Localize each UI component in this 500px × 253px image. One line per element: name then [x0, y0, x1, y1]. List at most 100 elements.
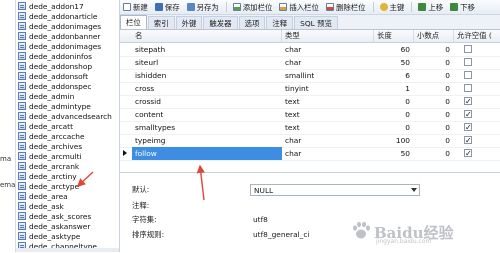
- field-length-cell[interactable]: 60: [374, 43, 414, 56]
- nullable-checkbox[interactable]: [464, 58, 472, 66]
- comment-field[interactable]: [250, 200, 420, 212]
- table-icon: [18, 12, 26, 20]
- field-row[interactable]: siteurl char 50 0: [120, 56, 500, 70]
- designer-tab[interactable]: 外键: [175, 16, 203, 29]
- delete-column-icon: [325, 3, 334, 11]
- field-type-cell[interactable]: char: [282, 43, 374, 56]
- field-type-cell[interactable]: text: [282, 121, 374, 134]
- field-decimals-cell[interactable]: 0: [414, 56, 454, 69]
- table-icon: [18, 212, 26, 220]
- toolbar-button[interactable]: 添加栏位: [230, 1, 276, 13]
- field-decimals-cell[interactable]: 0: [414, 134, 454, 147]
- tree-scrollbar[interactable]: [16, 248, 119, 252]
- field-length-cell[interactable]: 50: [374, 147, 414, 160]
- column-header-decimals[interactable]: 小数点: [414, 30, 454, 42]
- designer-tab[interactable]: SQL 预览: [294, 16, 338, 29]
- default-dropdown[interactable]: NULL: [250, 184, 420, 196]
- field-name-cell[interactable]: typeimg: [132, 134, 282, 147]
- field-decimals-cell[interactable]: 0: [414, 147, 454, 160]
- table-icon: [18, 22, 26, 30]
- designer-tab[interactable]: 触发器: [203, 16, 238, 29]
- toolbar-button[interactable]: 保存: [152, 1, 183, 13]
- toolbar-button[interactable]: 主键: [377, 1, 408, 13]
- field-decimals-cell[interactable]: 0: [414, 95, 454, 108]
- save-icon: [154, 3, 163, 11]
- table-icon: [18, 202, 26, 210]
- field-length-cell[interactable]: 1: [374, 82, 414, 95]
- field-name-cell[interactable]: follow: [132, 147, 282, 160]
- field-row[interactable]: content text 0 0 ✓: [120, 108, 500, 122]
- field-length-cell[interactable]: 50: [374, 56, 414, 69]
- nullable-checkbox[interactable]: [464, 45, 472, 53]
- field-row[interactable]: sitepath char 60 0: [120, 43, 500, 57]
- nullable-checkbox[interactable]: ✓: [464, 136, 472, 145]
- column-header-name[interactable]: 名: [132, 30, 282, 42]
- column-header-length[interactable]: 长度: [374, 30, 414, 42]
- table-icon: [18, 72, 26, 80]
- new-icon: [123, 3, 131, 11]
- key-icon: [379, 3, 388, 11]
- table-icon: [18, 152, 26, 160]
- field-type-cell[interactable]: char: [282, 147, 374, 160]
- prop-charset-label: 字符集:: [132, 215, 157, 224]
- nullable-checkbox[interactable]: ✓: [464, 123, 472, 132]
- field-type-cell[interactable]: smallint: [282, 69, 374, 82]
- paw-icon: [353, 221, 370, 239]
- field-length-cell[interactable]: 6: [374, 69, 414, 82]
- field-decimals-cell[interactable]: 0: [414, 121, 454, 134]
- toolbar-button-label: 删除栏位: [335, 2, 366, 12]
- field-decimals-cell[interactable]: 0: [414, 43, 454, 56]
- field-decimals-cell[interactable]: 0: [414, 82, 454, 95]
- field-row[interactable]: smalltypes text 0 0 ✓: [120, 121, 500, 135]
- field-row[interactable]: typeimg char 100 0 ✓: [120, 134, 500, 148]
- field-decimals-cell[interactable]: 0: [414, 69, 454, 82]
- table-icon: [18, 132, 26, 140]
- field-decimals-cell[interactable]: 0: [414, 108, 454, 121]
- toolbar-button[interactable]: 删除栏位: [323, 1, 369, 13]
- column-header-nullable[interactable]: 允许空值 (: [454, 30, 500, 42]
- nullable-checkbox[interactable]: ✓: [464, 97, 472, 106]
- column-header-type[interactable]: 类型: [282, 30, 374, 42]
- field-type-cell[interactable]: text: [282, 108, 374, 121]
- field-name-cell[interactable]: crossid: [132, 95, 282, 108]
- toolbar-separator: [411, 2, 413, 12]
- toolbar-button[interactable]: 另存为: [184, 1, 222, 13]
- toolbar-button-label: 保存: [164, 2, 180, 12]
- designer-tab[interactable]: 选项: [238, 16, 266, 29]
- field-length-cell[interactable]: 0: [374, 108, 414, 121]
- toolbar-button[interactable]: 下移: [447, 1, 478, 13]
- nullable-checkbox[interactable]: ✓: [464, 149, 472, 158]
- field-type-cell[interactable]: char: [282, 134, 374, 147]
- field-row[interactable]: ishidden smallint 6 0: [120, 69, 500, 83]
- field-length-cell[interactable]: 0: [374, 121, 414, 134]
- field-row[interactable]: cross tinyint 1 0: [120, 82, 500, 96]
- field-name-cell[interactable]: ishidden: [132, 69, 282, 82]
- field-type-cell[interactable]: text: [282, 95, 374, 108]
- field-row[interactable]: follow char 50 0 ✓: [120, 147, 500, 161]
- watermark-subtext: jingyan.baidu.com: [376, 238, 432, 245]
- table-tree[interactable]: dede_addon17 dede_addonarticle dede_addoni…: [16, 0, 120, 252]
- insert-column-icon: [279, 3, 288, 11]
- designer-tab[interactable]: 索引: [147, 16, 175, 29]
- field-name-cell[interactable]: sitepath: [132, 43, 282, 56]
- field-length-cell[interactable]: 0: [374, 95, 414, 108]
- left-panel-edge: ma ema: [0, 0, 16, 252]
- field-type-cell[interactable]: char: [282, 56, 374, 69]
- field-name-cell[interactable]: smalltypes: [132, 121, 282, 134]
- arrow-up-icon: [418, 3, 427, 11]
- designer-tab[interactable]: 注释: [266, 16, 294, 29]
- nullable-checkbox[interactable]: [464, 71, 472, 79]
- field-length-cell[interactable]: 100: [374, 134, 414, 147]
- toolbar-button[interactable]: 上移: [415, 1, 446, 13]
- field-row[interactable]: crossid text 0 0 ✓: [120, 95, 500, 109]
- field-name-cell[interactable]: cross: [132, 82, 282, 95]
- field-name-cell[interactable]: content: [132, 108, 282, 121]
- nullable-checkbox[interactable]: [464, 84, 472, 92]
- field-name-cell[interactable]: siteurl: [132, 56, 282, 69]
- designer-tab[interactable]: 栏位: [120, 15, 147, 29]
- toolbar-button[interactable]: 新建: [120, 1, 151, 13]
- toolbar-button-label: 添加栏位: [242, 2, 273, 12]
- nullable-checkbox[interactable]: ✓: [464, 110, 472, 119]
- field-type-cell[interactable]: tinyint: [282, 82, 374, 95]
- toolbar-button[interactable]: 插入栏位: [276, 1, 322, 13]
